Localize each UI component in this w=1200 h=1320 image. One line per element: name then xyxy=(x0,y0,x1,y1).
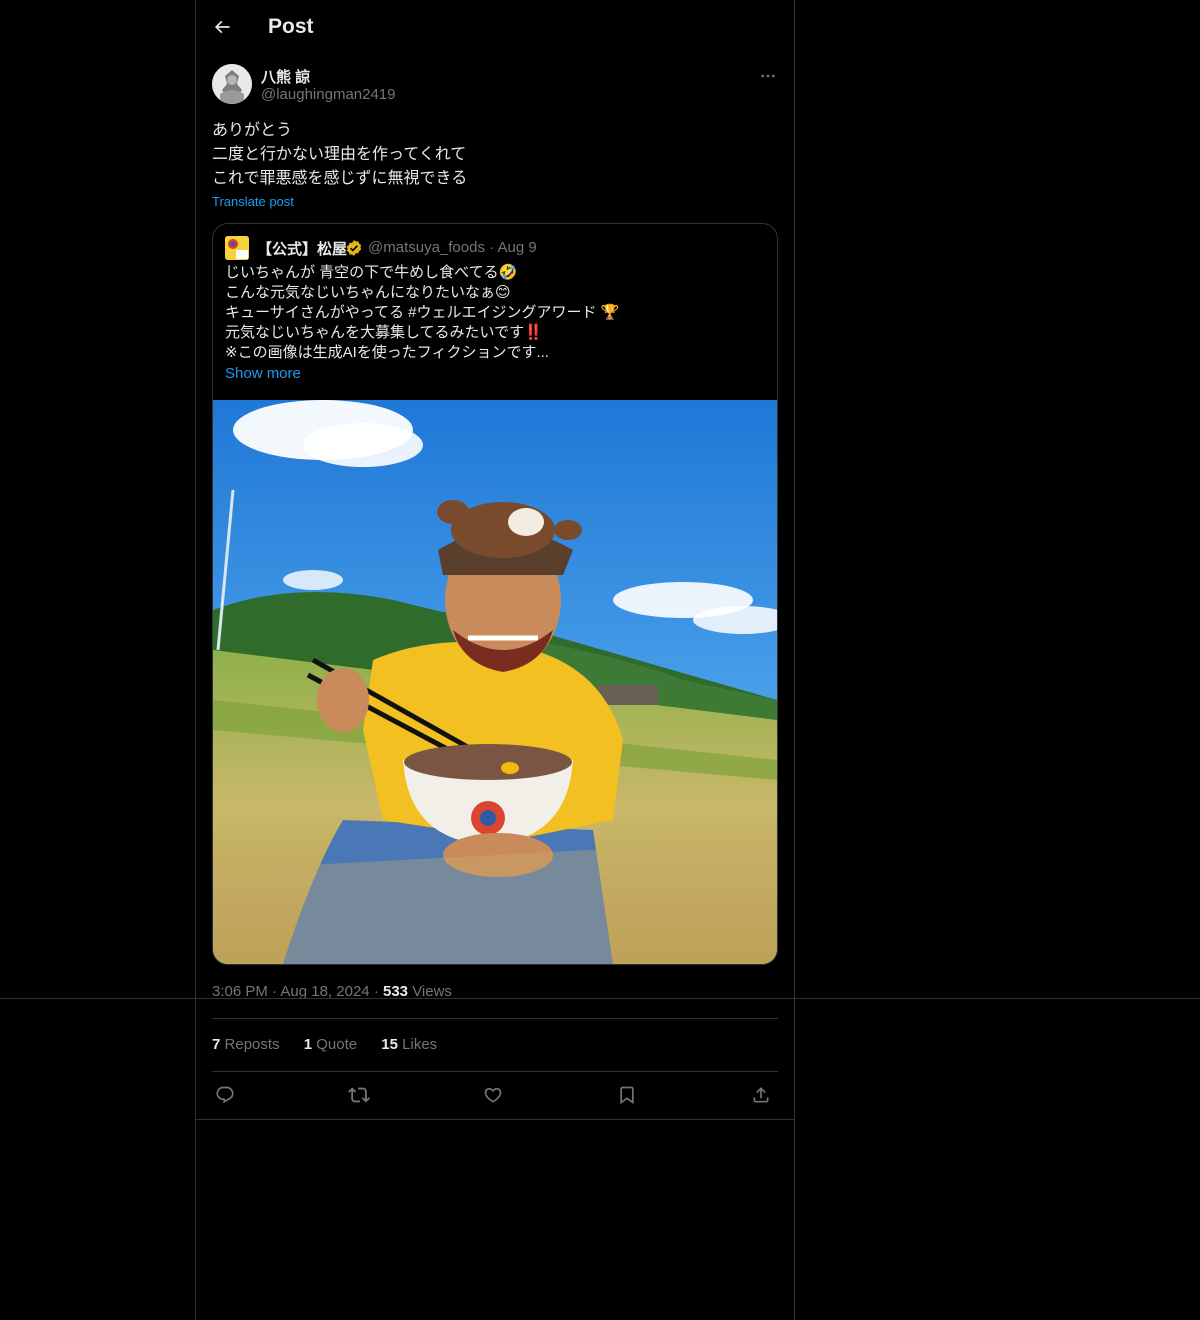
page-title: Post xyxy=(268,15,314,38)
reply-button[interactable] xyxy=(212,1082,238,1108)
translate-post-link[interactable]: Translate post xyxy=(212,194,294,209)
heart-icon xyxy=(483,1085,503,1105)
post-text-line: 二度と行かない理由を作ってくれて xyxy=(212,146,467,163)
author-display-name[interactable]: 八熊 諒 xyxy=(261,66,310,87)
repost-button[interactable] xyxy=(346,1082,372,1108)
share-icon xyxy=(751,1085,771,1105)
repost-icon xyxy=(348,1084,370,1106)
post-text-line: ありがとう xyxy=(212,122,293,139)
post-text: ありがとう 二度と行かない理由を作ってくれて これで罪悪感を感じずに無視できる xyxy=(212,119,772,191)
quoted-meta: @matsuya_foods · Aug 9 xyxy=(368,239,537,256)
quoted-text-line: キューサイさんがやってる #ウェルエイジングアワード 🏆 xyxy=(225,304,620,321)
bookmark-icon xyxy=(617,1085,637,1105)
quotes-stat[interactable]: 1 Quote xyxy=(304,1036,357,1053)
quotes-label: Quote xyxy=(316,1036,358,1053)
quoted-text-line: 元気なじいちゃんを大募集してるみたいです‼️ xyxy=(225,324,543,341)
quoted-avatar[interactable] xyxy=(225,236,249,260)
quoted-post[interactable]: 【公式】松屋 @matsuya_foods · Aug 9 じいちゃんが 青空の… xyxy=(212,223,778,965)
likes-label: Likes xyxy=(402,1036,438,1053)
likes-count: 15 xyxy=(381,1036,398,1053)
share-button[interactable] xyxy=(748,1082,774,1108)
author-handle[interactable]: @laughingman2419 xyxy=(261,86,396,103)
quoted-display-name[interactable]: 【公式】松屋 xyxy=(257,238,347,259)
like-button[interactable] xyxy=(480,1082,506,1108)
bookmark-button[interactable] xyxy=(614,1082,640,1108)
divider xyxy=(212,1071,778,1072)
quoted-date[interactable]: Aug 9 xyxy=(497,239,536,256)
post-text-line: これで罪悪感を感じずに無視できる xyxy=(212,170,468,187)
quoted-text: じいちゃんが 青空の下で牛めし食べてる🤣 こんな元気なじいちゃんになりたいなぁ😊… xyxy=(225,263,765,363)
author-avatar[interactable] xyxy=(212,64,252,104)
quoted-text-line: ※この画像は生成AIを使ったフィクションです... xyxy=(225,344,549,361)
divider xyxy=(212,1018,778,1019)
post-column: Post 八熊 諒 @laughingman2419 ありがとう 二度と行かない… xyxy=(195,0,795,1320)
more-options-button[interactable] xyxy=(756,64,780,88)
verified-badge-icon xyxy=(345,239,363,257)
quotes-count: 1 xyxy=(303,1036,313,1053)
arrow-left-icon xyxy=(212,17,232,37)
quoted-media-image[interactable] xyxy=(213,400,777,964)
action-bar xyxy=(212,1082,778,1108)
quoted-handle: @matsuya_foods xyxy=(368,239,485,256)
divider xyxy=(196,1119,794,1120)
engagement-stats: 7 Reposts 1 Quote 15 Likes xyxy=(212,1036,457,1053)
show-more-link[interactable]: Show more xyxy=(225,365,301,382)
reposts-stat[interactable]: 7 Reposts xyxy=(212,1036,280,1053)
quoted-text-line: こんな元気なじいちゃんになりたいなぁ😊 xyxy=(225,284,511,301)
page-header: Post xyxy=(196,0,794,54)
horizontal-rule xyxy=(0,998,1200,999)
reposts-count: 7 xyxy=(212,1036,221,1053)
likes-stat[interactable]: 15 Likes xyxy=(381,1036,437,1053)
reply-icon xyxy=(215,1085,235,1105)
back-button[interactable] xyxy=(208,13,236,41)
quoted-text-line: じいちゃんが 青空の下で牛めし食べてる🤣 xyxy=(225,264,518,281)
more-horizontal-icon xyxy=(759,67,777,85)
reposts-label: Reposts xyxy=(224,1036,280,1053)
